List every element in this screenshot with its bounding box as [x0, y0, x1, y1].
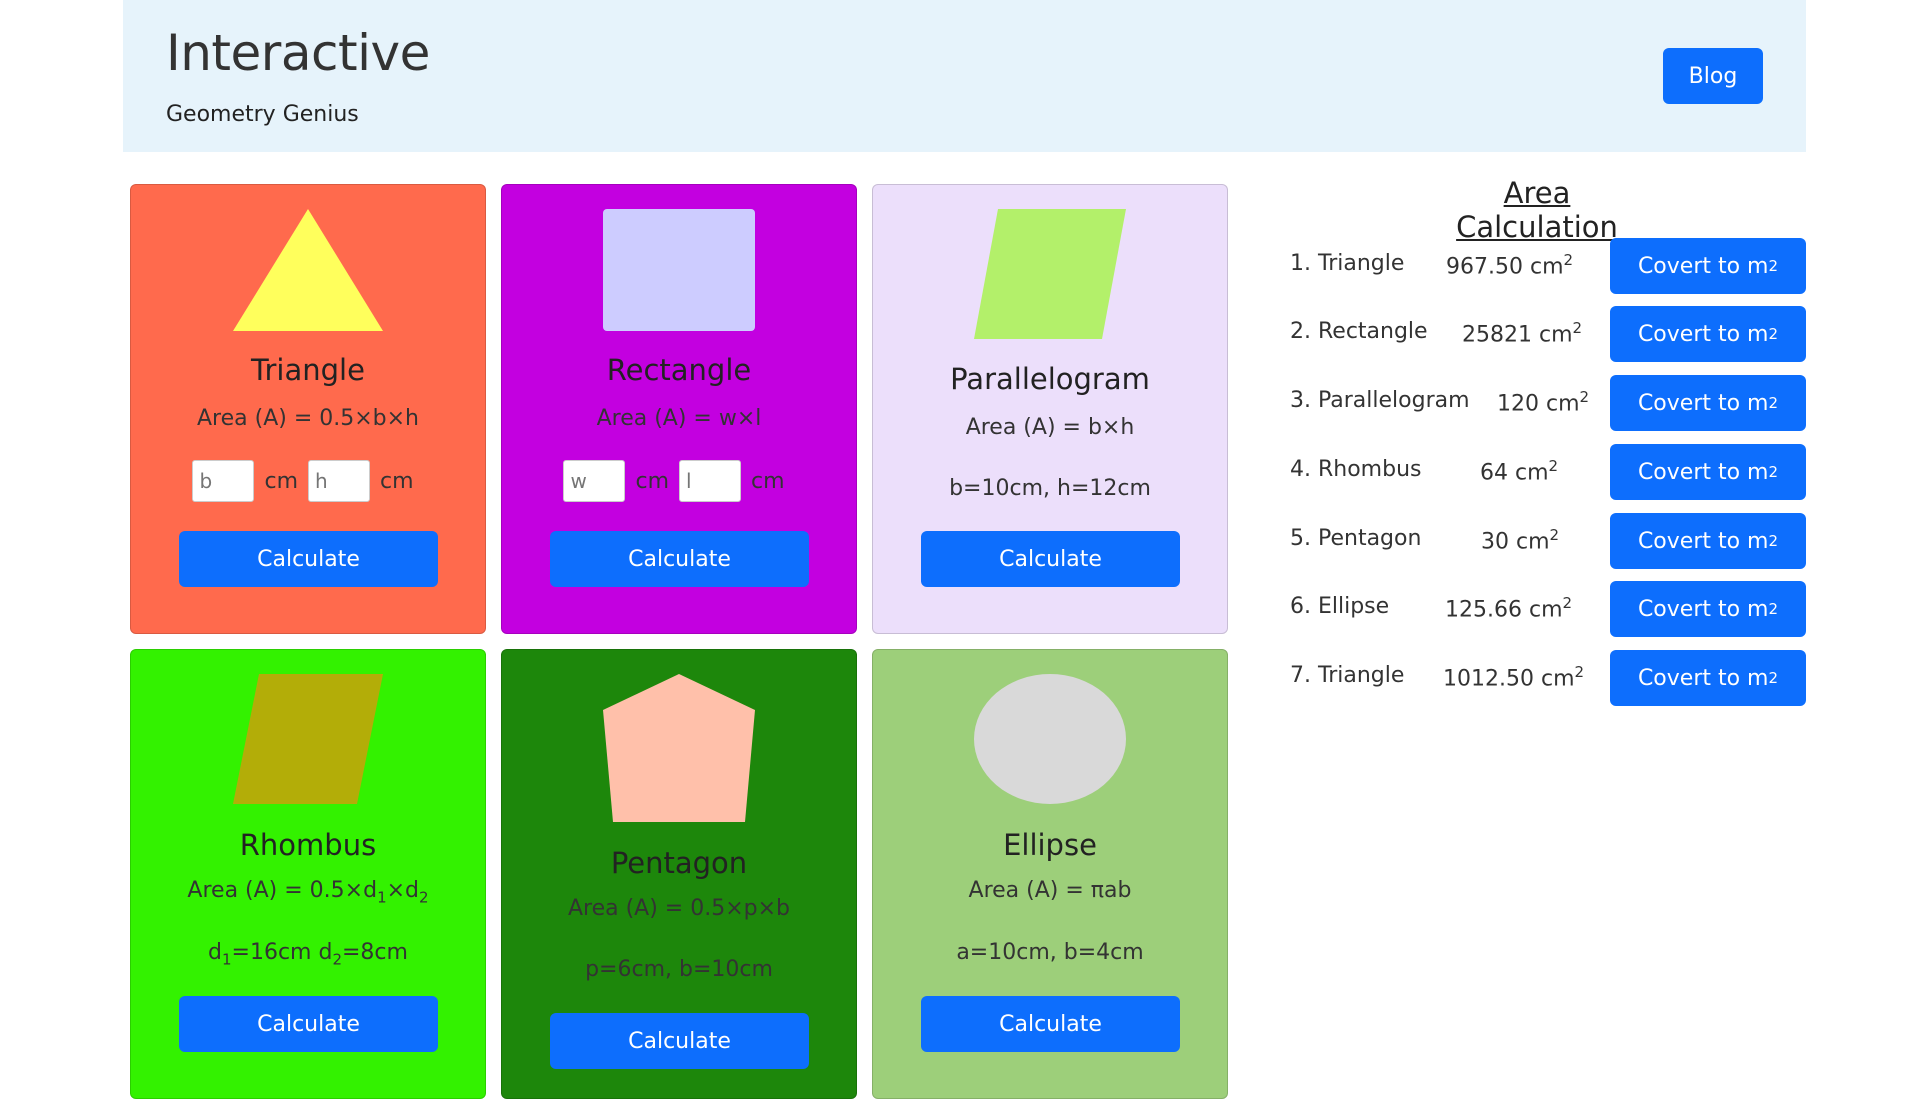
- blog-button[interactable]: Blog: [1663, 48, 1763, 104]
- ellipse-shape: [873, 674, 1227, 804]
- area-row-label: 7. Triangle: [1290, 663, 1405, 688]
- area-row: 7. Triangle 1012.50 cm2 Covert to m2: [1290, 650, 1806, 706]
- card-title: Rectangle: [606, 353, 752, 387]
- card-rectangle: Rectangle Area (A) = w×l cm cm Calculate: [501, 184, 857, 634]
- card-title: Ellipse: [1003, 828, 1097, 862]
- area-row: 5. Pentagon 30 cm2 Covert to m2: [1290, 513, 1806, 569]
- area-row: 6. Ellipse 125.66 cm2 Covert to m2: [1290, 581, 1806, 637]
- page-title: Interactive: [166, 24, 430, 82]
- parallelogram-shape: [873, 209, 1227, 339]
- area-row-label: 1. Triangle: [1290, 251, 1405, 276]
- input-group: cm cm: [131, 460, 485, 502]
- unit-label: cm: [264, 468, 298, 494]
- area-row-label: 4. Rhombus: [1290, 457, 1422, 482]
- area-row-value: 125.66 cm2: [1445, 594, 1573, 623]
- convert-button[interactable]: Covert to m2: [1610, 581, 1806, 637]
- area-row-label: 5. Pentagon: [1290, 526, 1422, 551]
- page-subtitle: Geometry Genius: [166, 102, 359, 127]
- area-row-value: 1012.50 cm2: [1443, 663, 1585, 692]
- area-row-value: 967.50 cm2: [1446, 251, 1574, 280]
- card-title: Parallelogram: [950, 362, 1150, 396]
- calculate-button[interactable]: Calculate: [921, 996, 1180, 1052]
- height-input[interactable]: [308, 460, 370, 502]
- rectangle-shape: [502, 209, 856, 331]
- area-row-label: 3. Parallelogram: [1290, 388, 1470, 413]
- header: Interactive Geometry Genius Blog: [123, 0, 1806, 152]
- area-row: 2. Rectangle 25821 cm2 Covert to m2: [1290, 306, 1806, 362]
- card-triangle: Triangle Area (A) = 0.5×b×h cm cm Calcul…: [130, 184, 486, 634]
- unit-label: cm: [380, 468, 414, 494]
- length-input[interactable]: [679, 460, 741, 502]
- area-row-value: 25821 cm2: [1462, 319, 1583, 348]
- card-values: a=10cm, b=4cm: [956, 940, 1144, 965]
- base-input[interactable]: [192, 460, 255, 502]
- card-pentagon: Pentagon Area (A) = 0.5×p×b p=6cm, b=10c…: [501, 649, 857, 1099]
- area-row-label: 6. Ellipse: [1290, 594, 1390, 619]
- card-title: Rhombus: [239, 828, 377, 862]
- card-formula: Area (A) = πab: [968, 878, 1132, 903]
- pentagon-shape: [502, 674, 856, 822]
- calculate-button[interactable]: Calculate: [550, 1013, 809, 1069]
- convert-button[interactable]: Covert to m2: [1610, 650, 1806, 706]
- area-row-value: 30 cm2: [1481, 526, 1560, 555]
- card-values: b=10cm, h=12cm: [949, 476, 1151, 501]
- area-row: 4. Rhombus 64 cm2 Covert to m2: [1290, 444, 1806, 500]
- area-row-value: 64 cm2: [1480, 457, 1559, 486]
- area-row-value: 120 cm2: [1497, 388, 1590, 417]
- card-ellipse: Ellipse Area (A) = πab a=10cm, b=4cm Cal…: [872, 649, 1228, 1099]
- card-title: Triangle: [251, 353, 365, 387]
- card-formula: Area (A) = w×l: [596, 406, 762, 431]
- calculate-button[interactable]: Calculate: [179, 996, 438, 1052]
- width-input[interactable]: [563, 460, 626, 502]
- card-formula: Area (A) = 0.5×p×b: [567, 896, 791, 921]
- convert-button[interactable]: Covert to m2: [1610, 306, 1806, 362]
- area-row: 1. Triangle 967.50 cm2 Covert to m2: [1290, 238, 1806, 294]
- convert-button[interactable]: Covert to m2: [1610, 444, 1806, 500]
- unit-label: cm: [635, 468, 669, 494]
- card-values: d1=16cm d2=8cm: [208, 940, 408, 969]
- card-parallelogram: Parallelogram Area (A) = b×h b=10cm, h=1…: [872, 184, 1228, 634]
- convert-button[interactable]: Covert to m2: [1610, 238, 1806, 294]
- calculate-button[interactable]: Calculate: [550, 531, 809, 587]
- rhombus-shape: [131, 674, 485, 804]
- card-formula: Area (A) = 0.5×b×h: [196, 406, 420, 431]
- area-calculation-title: Area Calculation: [1456, 176, 1618, 244]
- unit-label: cm: [751, 468, 785, 494]
- convert-button[interactable]: Covert to m2: [1610, 375, 1806, 431]
- convert-button[interactable]: Covert to m2: [1610, 513, 1806, 569]
- calculate-button[interactable]: Calculate: [921, 531, 1180, 587]
- card-formula: Area (A) = 0.5×d1×d2: [187, 878, 429, 907]
- area-row-label: 2. Rectangle: [1290, 319, 1428, 344]
- card-formula: Area (A) = b×h: [965, 415, 1135, 440]
- card-rhombus: Rhombus Area (A) = 0.5×d1×d2 d1=16cm d2=…: [130, 649, 486, 1099]
- card-title: Pentagon: [610, 846, 748, 880]
- area-row: 3. Parallelogram 120 cm2 Covert to m2: [1290, 375, 1806, 431]
- input-group: cm cm: [502, 460, 856, 502]
- card-values: p=6cm, b=10cm: [585, 957, 773, 982]
- calculate-button[interactable]: Calculate: [179, 531, 438, 587]
- triangle-shape: [131, 209, 485, 331]
